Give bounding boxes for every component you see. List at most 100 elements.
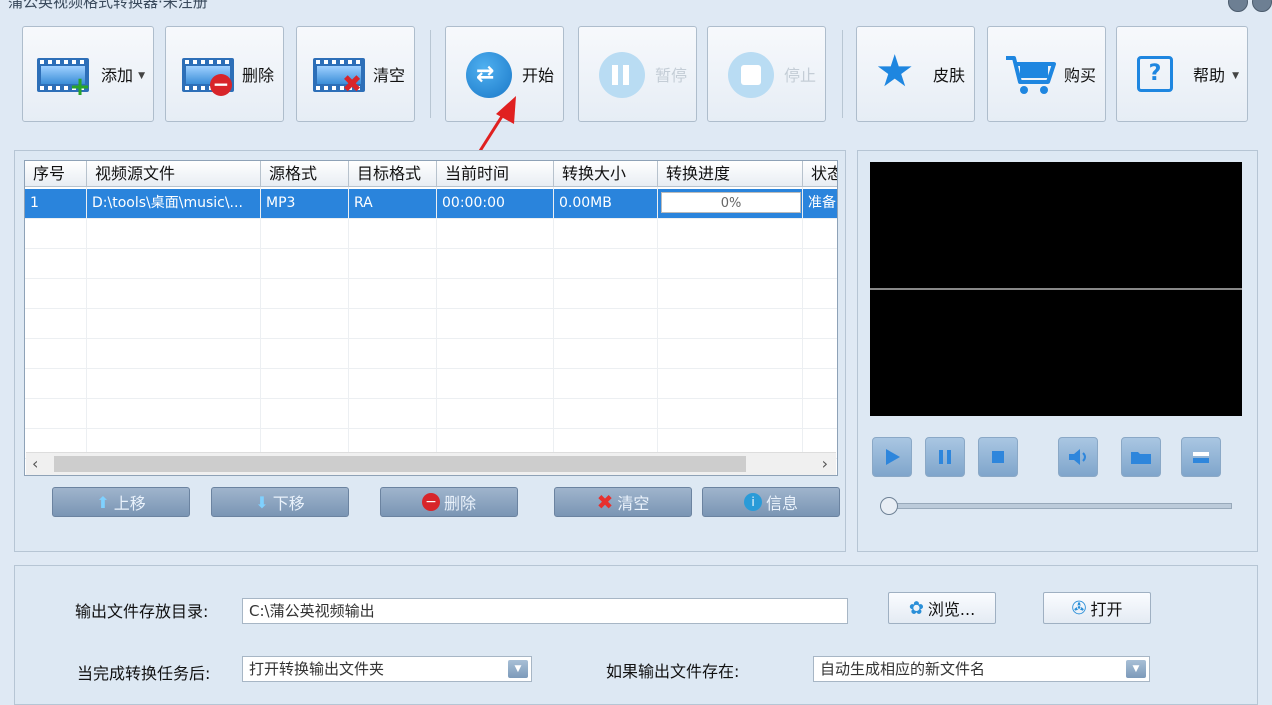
table-row[interactable]: 1 D:\tools\桌面\music\... MP3 RA 00:00:00 … [25, 189, 837, 219]
empty-row [25, 309, 837, 339]
column-header-source[interactable]: 视频源文件 [87, 161, 261, 187]
scroll-left-icon[interactable]: ‹ [32, 454, 38, 473]
empty-row [25, 249, 837, 279]
scroll-thumb[interactable] [54, 456, 746, 472]
gear-icon: ✿ [908, 597, 924, 619]
eject-button[interactable] [1181, 437, 1221, 477]
clear-button-label: 清空 [373, 66, 406, 85]
shopping-cart-icon [1002, 50, 1060, 98]
column-header-status[interactable]: 状态 [803, 161, 837, 187]
cell-source: D:\tools\桌面\music\... [87, 189, 261, 218]
list-clear-button[interactable]: ✖ 清空 [554, 487, 692, 517]
arrow-up-icon: ⬆ [96, 492, 110, 512]
delete-button[interactable]: − 删除 [165, 26, 284, 122]
file-table: 序号 视频源文件 源格式 目标格式 当前时间 转换大小 转换进度 状态 1 D:… [24, 160, 838, 476]
move-up-button[interactable]: ⬆ 上移 [52, 487, 190, 517]
list-delete-button[interactable]: − 删除 [380, 487, 518, 517]
arrow-down-icon: ⬇ [255, 492, 269, 512]
pause-button-label: 暂停 [655, 66, 688, 85]
move-up-label: 上移 [113, 494, 146, 513]
move-down-label: 下移 [272, 494, 305, 513]
video-preview [870, 162, 1242, 416]
output-settings-panel [14, 565, 1258, 705]
help-button[interactable]: ? 帮助 ▼ [1116, 26, 1248, 122]
column-header-index[interactable]: 序号 [25, 161, 87, 187]
file-exists-select[interactable]: 自动生成相应的新文件名 ▼ [813, 656, 1150, 682]
file-exists-value: 自动生成相应的新文件名 [820, 660, 986, 678]
chevron-down-icon[interactable]: ▼ [1126, 660, 1146, 678]
help-icon: ? [1131, 50, 1189, 98]
delete-film-icon: − [180, 50, 238, 98]
chevron-down-icon: ▼ [138, 71, 145, 81]
stop-icon [992, 451, 1004, 463]
toolbar-separator [430, 30, 431, 118]
column-header-dst-format[interactable]: 目标格式 [349, 161, 437, 187]
open-button[interactable]: ✇ 打开 [1043, 592, 1151, 624]
after-complete-label: 当完成转换任务后: [77, 664, 211, 683]
pause-button[interactable]: 暂停 [578, 26, 697, 122]
chevron-down-icon[interactable]: ▼ [508, 660, 528, 678]
cell-time: 00:00:00 [437, 189, 554, 218]
output-dir-field[interactable]: C:\蒲公英视频输出 [242, 598, 848, 624]
column-header-size[interactable]: 转换大小 [554, 161, 658, 187]
pause-icon [593, 50, 651, 98]
skin-button[interactable]: ★ 皮肤 [856, 26, 975, 122]
info-label: 信息 [765, 494, 798, 513]
clear-button[interactable]: ✖ 清空 [296, 26, 415, 122]
list-delete-label: 删除 [443, 494, 476, 513]
empty-row [25, 339, 837, 369]
info-button[interactable]: i 信息 [702, 487, 840, 517]
pause-icon [939, 450, 951, 464]
add-button-label: 添加 [101, 66, 134, 85]
column-header-time[interactable]: 当前时间 [437, 161, 554, 187]
empty-row [25, 369, 837, 399]
file-exists-label: 如果输出文件存在: [606, 662, 740, 681]
add-film-icon: + [35, 50, 97, 100]
help-button-label: 帮助 [1193, 66, 1226, 85]
minus-circle-icon: − [421, 493, 440, 511]
seek-slider-knob[interactable] [880, 497, 898, 515]
empty-row [25, 399, 837, 429]
move-down-button[interactable]: ⬇ 下移 [211, 487, 349, 517]
stop-button-label: 停止 [784, 66, 817, 85]
stop-icon [722, 50, 780, 98]
folder-icon [1131, 452, 1151, 464]
clear-film-icon: ✖ [311, 50, 369, 98]
open-label: 打开 [1090, 600, 1123, 619]
preview-stop-button[interactable] [978, 437, 1018, 477]
after-complete-select[interactable]: 打开转换输出文件夹 ▼ [242, 656, 532, 682]
speaker-icon [1069, 449, 1086, 465]
column-header-src-format[interactable]: 源格式 [261, 161, 349, 187]
empty-row [25, 279, 837, 309]
preview-pause-button[interactable] [925, 437, 965, 477]
cell-index: 1 [25, 189, 87, 218]
x-icon: ✖ [596, 490, 614, 514]
after-complete-value: 打开转换输出文件夹 [249, 660, 385, 678]
start-button-label: 开始 [522, 66, 555, 85]
column-header-progress[interactable]: 转换进度 [658, 161, 803, 187]
info-icon: i [743, 493, 762, 511]
buy-button-label: 购买 [1064, 66, 1097, 85]
empty-row [25, 219, 837, 249]
add-button[interactable]: + 添加 ▼ [22, 26, 154, 122]
scroll-right-icon[interactable]: › [822, 454, 828, 473]
play-button[interactable] [872, 437, 912, 477]
volume-button[interactable] [1058, 437, 1098, 477]
horizontal-scrollbar[interactable]: ‹ › [26, 452, 836, 475]
skin-button-label: 皮肤 [933, 66, 966, 85]
cell-status: 准备 [803, 189, 837, 218]
open-folder-button[interactable] [1121, 437, 1161, 477]
seek-slider-track[interactable] [884, 503, 1232, 509]
delete-button-label: 删除 [242, 66, 275, 85]
star-icon: ★ [875, 46, 915, 97]
browse-button[interactable]: ✿ 浏览... [888, 592, 996, 624]
window-title: 蒲公英视频格式转换器·未注册 [8, 0, 208, 11]
film-reel-icon: ✇ [1071, 597, 1087, 619]
stop-button[interactable]: 停止 [707, 26, 826, 122]
chevron-down-icon: ▼ [1232, 71, 1239, 81]
cell-size: 0.00MB [554, 189, 658, 218]
cell-dst-format: RA [349, 189, 437, 218]
buy-button[interactable]: 购买 [987, 26, 1106, 122]
output-dir-label: 输出文件存放目录: [75, 602, 209, 621]
shuffle-icon: ⇄ [460, 50, 518, 98]
